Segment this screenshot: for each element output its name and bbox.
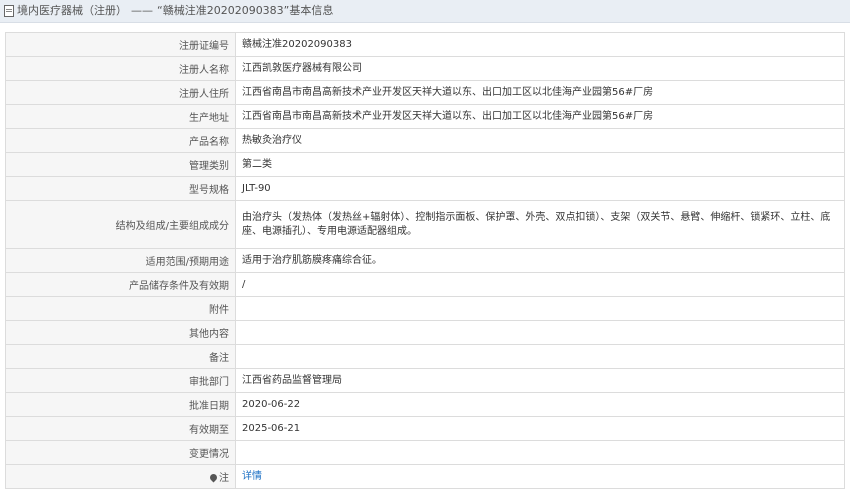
table-row: 审批部门 江西省药品监督管理局 xyxy=(5,368,845,393)
field-label: 注册人住所 xyxy=(5,80,236,105)
field-value xyxy=(235,296,845,321)
table-row-note: 注 详情 xyxy=(5,464,845,489)
table-row: 适用范围/预期用途 适用于治疗肌筋膜疼痛综合征。 xyxy=(5,248,845,273)
field-label: 型号规格 xyxy=(5,176,236,201)
note-label: 注 xyxy=(219,473,229,484)
field-label: 审批部门 xyxy=(5,368,236,393)
table-row: 注册人住所 江西省南昌市南昌高新技术产业开发区天祥大道以东、出口加工区以北佳海产业… xyxy=(5,80,845,105)
field-label: 变更情况 xyxy=(5,440,236,465)
field-label: 有效期至 xyxy=(5,416,236,441)
field-value: 热敏灸治疗仪 xyxy=(235,128,845,153)
title-record: “赣械注准20202090383” xyxy=(157,4,290,17)
info-table: 注册证编号 赣械注准20202090383 注册人名称 江西凯敦医疗器械有限公司 注… xyxy=(5,32,845,489)
title-suffix: 基本信息 xyxy=(289,4,334,17)
field-label: 产品名称 xyxy=(5,128,236,153)
table-row: 注册证编号 赣械注准20202090383 xyxy=(5,32,845,57)
title-separator: —— xyxy=(131,4,153,17)
field-value: 适用于治疗肌筋膜疼痛综合征。 xyxy=(235,248,845,273)
field-label: 注册人名称 xyxy=(5,56,236,81)
table-row: 备注 xyxy=(5,344,845,369)
table-row: 产品储存条件及有效期 / xyxy=(5,272,845,297)
table-row: 附件 xyxy=(5,296,845,321)
field-value: 江西省药品监督管理局 xyxy=(235,368,845,393)
info-table-container: 注册证编号 赣械注准20202090383 注册人名称 江西凯敦医疗器械有限公司 注… xyxy=(5,32,845,489)
field-value: 江西凯敦医疗器械有限公司 xyxy=(235,56,845,81)
note-value-cell: 详情 xyxy=(235,464,845,489)
field-label: 注册证编号 xyxy=(5,32,236,57)
table-row: 批准日期 2020-06-22 xyxy=(5,392,845,417)
table-row: 型号规格 JLT-90 xyxy=(5,176,845,201)
document-icon xyxy=(4,5,14,17)
field-label: 附件 xyxy=(5,296,236,321)
page-title-bar: 境内医疗器械（注册） —— “赣械注准20202090383” 基本信息 xyxy=(0,0,850,23)
table-row: 管理类别 第二类 xyxy=(5,152,845,177)
field-value: 2020-06-22 xyxy=(235,392,845,417)
field-label: 适用范围/预期用途 xyxy=(5,248,236,273)
table-row: 其他内容 xyxy=(5,320,845,345)
field-label: 批准日期 xyxy=(5,392,236,417)
table-row: 结构及组成/主要组成成分 由治疗头（发热体（发热丝+辐射体）、控制指示面板、保护罩… xyxy=(5,200,845,249)
field-label: 备注 xyxy=(5,344,236,369)
field-label: 其他内容 xyxy=(5,320,236,345)
field-value: JLT-90 xyxy=(235,176,845,201)
field-value: 江西省南昌市南昌高新技术产业开发区天祥大道以东、出口加工区以北佳海产业园第56#… xyxy=(235,80,845,105)
field-label: 结构及组成/主要组成成分 xyxy=(5,200,236,249)
field-value: 2025-06-21 xyxy=(235,416,845,441)
table-row: 有效期至 2025-06-21 xyxy=(5,416,845,441)
field-value xyxy=(235,320,845,345)
table-row: 生产地址 江西省南昌市南昌高新技术产业开发区天祥大道以东、出口加工区以北佳海产业园… xyxy=(5,104,845,129)
note-label-cell: 注 xyxy=(5,464,236,489)
title-section: 境内医疗器械（注册） xyxy=(17,4,127,17)
table-row: 注册人名称 江西凯敦医疗器械有限公司 xyxy=(5,56,845,81)
table-row: 产品名称 热敏灸治疗仪 xyxy=(5,128,845,153)
field-label: 生产地址 xyxy=(5,104,236,129)
details-link[interactable]: 详情 xyxy=(242,471,262,482)
field-value xyxy=(235,440,845,465)
field-value: 第二类 xyxy=(235,152,845,177)
pin-icon xyxy=(208,472,219,483)
field-value: / xyxy=(235,272,845,297)
field-value: 由治疗头（发热体（发热丝+辐射体）、控制指示面板、保护罩、外壳、双点扣锁）、支架… xyxy=(235,200,845,249)
field-value xyxy=(235,344,845,369)
table-row: 变更情况 xyxy=(5,440,845,465)
field-label: 管理类别 xyxy=(5,152,236,177)
field-value: 赣械注准20202090383 xyxy=(235,32,845,57)
field-value: 江西省南昌市南昌高新技术产业开发区天祥大道以东、出口加工区以北佳海产业园第56#… xyxy=(235,104,845,129)
field-label: 产品储存条件及有效期 xyxy=(5,272,236,297)
